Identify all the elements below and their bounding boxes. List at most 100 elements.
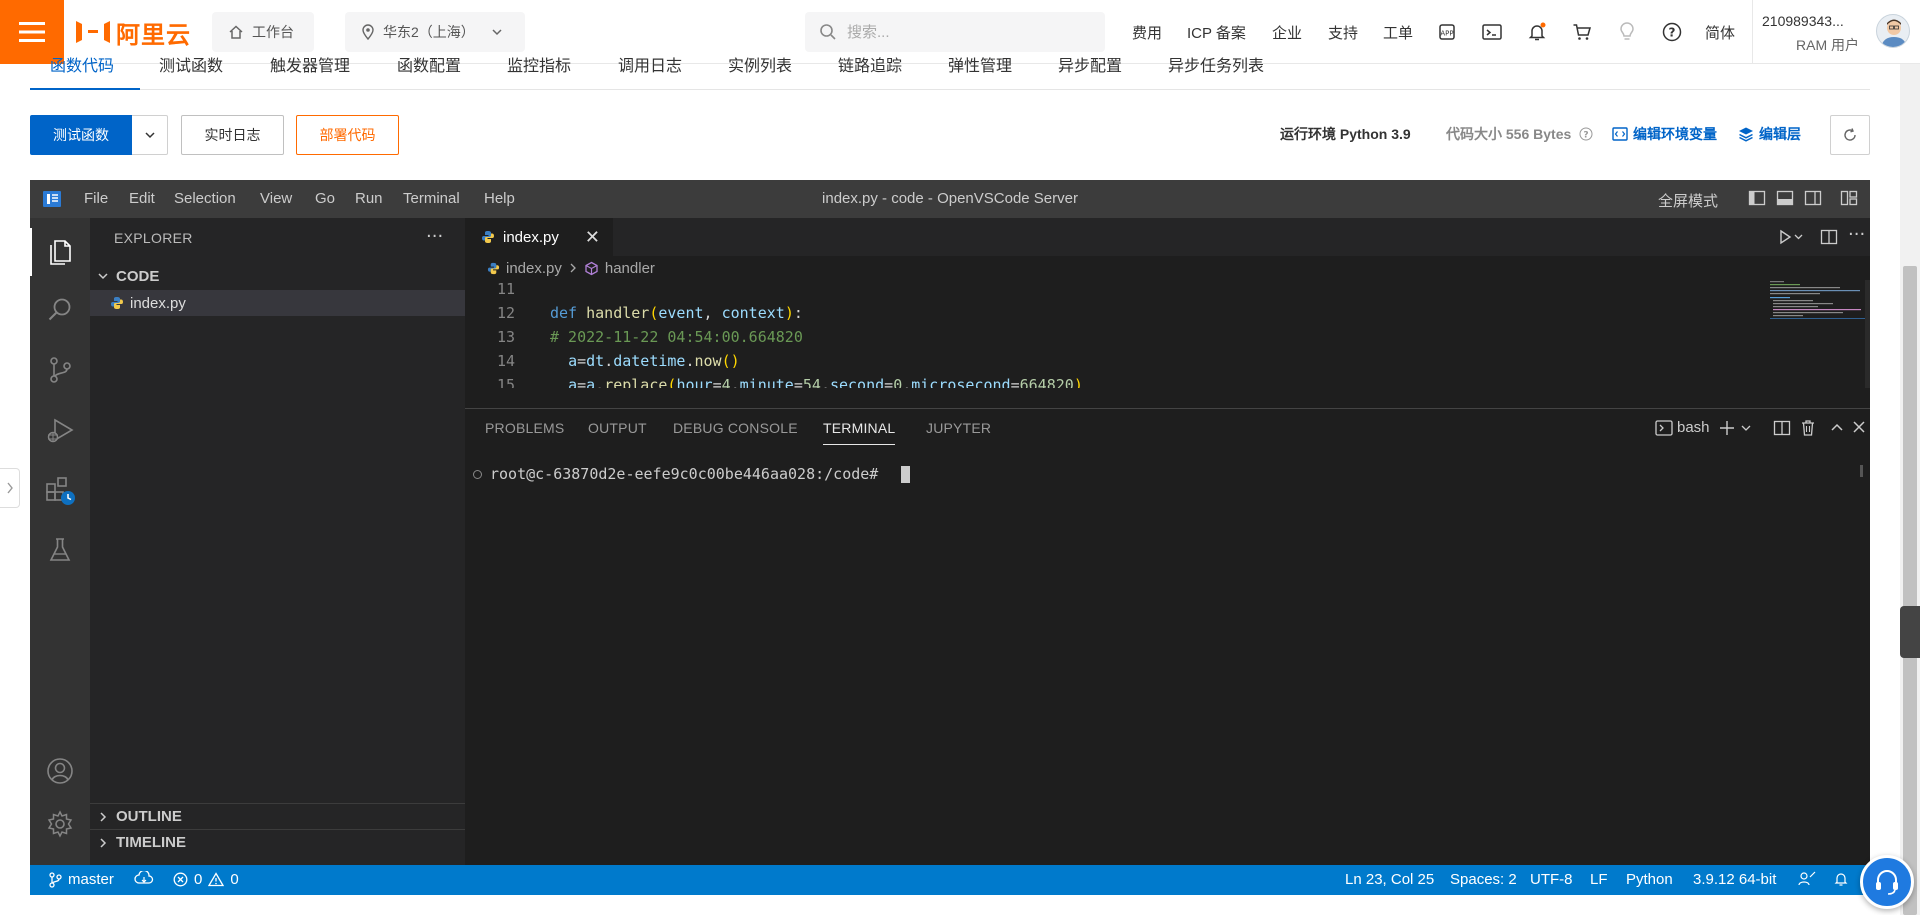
menu-file[interactable]: File [84,190,108,207]
realtime-logs-button[interactable]: 实时日志 [181,115,284,155]
global-search[interactable] [805,12,1105,52]
new-terminal-button[interactable] [1718,419,1752,437]
menu-go[interactable]: Go [315,190,335,207]
menu-run[interactable]: Run [355,190,383,207]
trash-icon[interactable] [1800,419,1816,437]
search-input[interactable] [847,23,1067,41]
tab-async-config[interactable]: 异步配置 [1058,52,1122,76]
menu-selection[interactable]: Selection [174,190,236,207]
terminal-scrollbar[interactable] [1860,465,1863,477]
file-encoding[interactable]: UTF-8 [1530,871,1573,888]
panel-tab-debug-console[interactable]: DEBUG CONSOLE [673,420,798,436]
toggle-secondary-sidebar-icon[interactable] [1804,189,1824,209]
tab-monitoring[interactable]: 监控指标 [507,52,571,76]
file-index-py[interactable]: index.py [90,290,465,316]
help-icon[interactable]: ? [1660,20,1684,44]
tab-trigger-management[interactable]: 触发器管理 [270,52,350,76]
timeline-section[interactable]: TIMELINE [90,829,465,855]
tab-tracing[interactable]: 链路追踪 [838,52,902,76]
link-icp[interactable]: ICP 备案 [1187,22,1246,43]
panel-tab-terminal[interactable]: TERMINAL [823,420,895,436]
tab-instance-list[interactable]: 实例列表 [728,52,792,76]
bulb-icon[interactable] [1615,20,1639,44]
app-icon[interactable]: APP [1435,20,1459,44]
edit-env-vars-link[interactable]: 编辑环境变量 [1612,124,1717,144]
toggle-sidebar-icon[interactable] [1748,189,1768,209]
more-actions-icon[interactable]: ··· [426,226,443,247]
terminal-output[interactable]: root@c-63870d2e-eefe9c0c00be446aa028:/co… [473,465,911,483]
toggle-panel-icon[interactable] [1776,189,1796,209]
link-tickets[interactable]: 工单 [1383,22,1413,43]
tab-test-function[interactable]: 测试函数 [159,52,223,76]
line-ending[interactable]: LF [1590,871,1608,888]
breadcrumb-symbol[interactable]: handler [584,260,655,277]
sync-icon[interactable] [134,871,154,887]
run-debug-icon[interactable] [42,412,78,448]
editor-more-icon[interactable]: ··· [1848,224,1865,245]
folder-code[interactable]: CODE [90,263,465,289]
search-icon[interactable] [42,292,78,328]
explorer-icon[interactable] [42,232,78,268]
panel-tab-jupyter[interactable]: JUPYTER [926,420,991,436]
cursor-position[interactable]: Ln 23, Col 25 [1345,871,1434,888]
tab-elastic-management[interactable]: 弹性管理 [948,52,1012,76]
terminal-icon[interactable] [1480,20,1504,44]
avatar[interactable] [1876,14,1910,48]
language-mode[interactable]: Python [1626,871,1673,888]
region-selector[interactable]: 华东2（上海） [345,12,525,52]
terminal-shell-selector[interactable]: bash [1655,419,1710,436]
deploy-code-button[interactable]: 部署代码 [296,115,399,155]
customize-layout-icon[interactable] [1840,189,1860,209]
panel-tab-problems[interactable]: PROBLEMS [485,420,564,436]
run-file-icon[interactable] [1778,228,1804,246]
git-branch[interactable]: master [48,871,114,888]
notifications-bell-icon[interactable] [1833,871,1849,887]
link-fees[interactable]: 费用 [1132,22,1162,43]
split-terminal-icon[interactable] [1773,419,1791,437]
maximize-panel-icon[interactable] [1829,419,1845,435]
user-id[interactable]: 210989343... [1762,13,1844,29]
cart-icon[interactable] [1570,20,1594,44]
customer-service-icon[interactable] [1860,855,1914,909]
tab-async-tasks[interactable]: 异步任务列表 [1168,52,1264,76]
extensions-icon[interactable] [42,472,78,508]
code-editor[interactable]: 11 12 def handler(event, context): 13 # … [465,280,1870,388]
test-options-dropdown[interactable] [132,115,168,155]
menu-terminal[interactable]: Terminal [403,190,460,207]
language-switch[interactable]: 简体 [1705,22,1735,43]
test-function-button[interactable]: 测试函数 [30,115,132,155]
vscode-logo-icon[interactable] [42,189,62,209]
expand-sidebar-handle[interactable] [0,468,20,508]
menu-view[interactable]: View [260,190,292,207]
aliyun-logo[interactable]: 阿里云 [76,14,191,50]
settings-gear-icon[interactable] [42,806,78,842]
tab-invocation-logs[interactable]: 调用日志 [618,52,682,76]
close-icon[interactable]: ✕ [585,227,600,248]
split-editor-icon[interactable] [1820,228,1838,246]
feedback-icon[interactable] [1798,871,1816,887]
link-enterprise[interactable]: 企业 [1272,22,1302,43]
python-interpreter[interactable]: 3.9.12 64-bit [1693,871,1776,888]
close-panel-icon[interactable] [1851,419,1867,435]
indentation[interactable]: Spaces: 2 [1450,871,1517,888]
tab-function-config[interactable]: 函数配置 [397,52,461,76]
refresh-button[interactable] [1830,115,1870,155]
menu-edit[interactable]: Edit [129,190,155,207]
problems-indicator[interactable]: 0 0 [173,871,239,888]
source-control-icon[interactable] [42,352,78,388]
editor-scrollbar[interactable] [1865,280,1870,388]
workbench-button[interactable]: 工作台 [212,12,314,52]
menu-help[interactable]: Help [484,190,515,207]
fullscreen-button[interactable]: 全屏模式 [1658,190,1718,211]
side-toolbox-widget[interactable] [1900,606,1920,658]
tab-function-code[interactable]: 函数代码 [50,52,114,76]
page-scrollbar-thumb[interactable] [1903,266,1917,915]
link-support[interactable]: 支持 [1328,22,1358,43]
breadcrumb-file[interactable]: index.py [487,260,562,277]
edit-layers-link[interactable]: 编辑层 [1738,124,1801,144]
bell-icon[interactable] [1525,20,1549,44]
outline-section[interactable]: OUTLINE [90,803,465,829]
panel-tab-output[interactable]: OUTPUT [588,420,647,436]
minimap[interactable] [1770,280,1865,330]
accounts-icon[interactable] [42,753,78,789]
